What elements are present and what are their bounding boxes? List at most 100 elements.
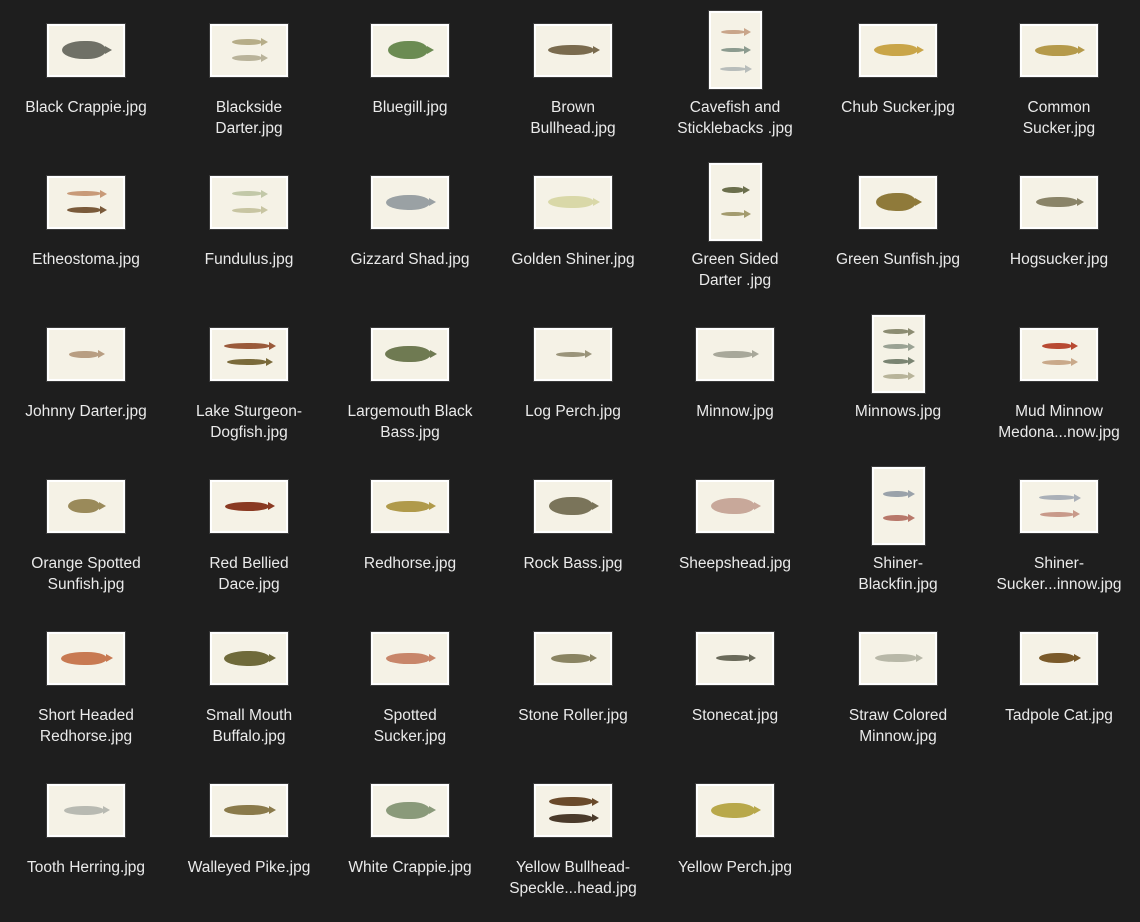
- file-item[interactable]: Shiner- Blackfin.jpg: [817, 466, 979, 618]
- image-thumbnail[interactable]: [371, 631, 449, 685]
- file-name-label: Orange Spotted Sunfish.jpg: [31, 555, 141, 593]
- thumbnail-area: [168, 466, 330, 546]
- file-item[interactable]: Fundulus.jpg: [168, 162, 330, 314]
- file-item[interactable]: Short Headed Redhorse.jpg: [5, 618, 167, 770]
- file-name-label: Stone Roller.jpg: [518, 707, 628, 724]
- image-thumbnail[interactable]: [47, 175, 125, 229]
- fish-illustration: [386, 652, 430, 664]
- image-thumbnail[interactable]: [371, 327, 449, 381]
- image-thumbnail[interactable]: [696, 327, 774, 381]
- thumbnail-area: [329, 314, 491, 394]
- image-thumbnail[interactable]: [534, 175, 612, 229]
- fish-illustration: [62, 41, 106, 59]
- thumbnail-area: [817, 10, 979, 90]
- image-thumbnail[interactable]: [708, 11, 762, 89]
- image-thumbnail[interactable]: [371, 783, 449, 837]
- file-item[interactable]: Redhorse.jpg: [329, 466, 491, 618]
- thumbnail-area: [168, 314, 330, 394]
- file-item[interactable]: Golden Shiner.jpg: [492, 162, 654, 314]
- thumbnail-area: [5, 10, 167, 90]
- file-item[interactable]: Largemouth Black Bass.jpg: [329, 314, 491, 466]
- file-item[interactable]: Orange Spotted Sunfish.jpg: [5, 466, 167, 618]
- thumbnail-area: [168, 618, 330, 698]
- image-thumbnail[interactable]: [371, 23, 449, 77]
- image-thumbnail[interactable]: [1020, 175, 1098, 229]
- thumbnail-area: [5, 314, 167, 394]
- image-thumbnail[interactable]: [696, 783, 774, 837]
- fish-illustration: [713, 350, 753, 358]
- file-item[interactable]: Sheepshead.jpg: [654, 466, 816, 618]
- image-thumbnail[interactable]: [534, 327, 612, 381]
- file-item[interactable]: Green Sunfish.jpg: [817, 162, 979, 314]
- file-item[interactable]: Etheostoma.jpg: [5, 162, 167, 314]
- image-thumbnail[interactable]: [871, 467, 925, 545]
- file-item[interactable]: Shiner- Sucker...innow.jpg: [978, 466, 1140, 618]
- file-item[interactable]: Straw Colored Minnow.jpg: [817, 618, 979, 770]
- image-thumbnail[interactable]: [47, 23, 125, 77]
- image-thumbnail[interactable]: [210, 783, 288, 837]
- image-thumbnail[interactable]: [1020, 327, 1098, 381]
- file-item[interactable]: Stonecat.jpg: [654, 618, 816, 770]
- file-item[interactable]: Mud Minnow Medona...now.jpg: [978, 314, 1140, 466]
- file-item[interactable]: Rock Bass.jpg: [492, 466, 654, 618]
- file-item[interactable]: Chub Sucker.jpg: [817, 10, 979, 162]
- file-item[interactable]: Gizzard Shad.jpg: [329, 162, 491, 314]
- file-item[interactable]: Blackside Darter.jpg: [168, 10, 330, 162]
- file-item[interactable]: Small Mouth Buffalo.jpg: [168, 618, 330, 770]
- thumbnail-area: [329, 162, 491, 242]
- file-item[interactable]: Cavefish and Sticklebacks .jpg: [654, 10, 816, 162]
- image-thumbnail[interactable]: [1020, 631, 1098, 685]
- file-item[interactable]: Lake Sturgeon- Dogfish.jpg: [168, 314, 330, 466]
- thumbnail-area: [978, 466, 1140, 546]
- file-item[interactable]: Yellow Perch.jpg: [654, 770, 816, 922]
- image-thumbnail[interactable]: [47, 783, 125, 837]
- image-thumbnail[interactable]: [859, 23, 937, 77]
- file-item[interactable]: Common Sucker.jpg: [978, 10, 1140, 162]
- file-item[interactable]: Yellow Bullhead- Speckle...head.jpg: [492, 770, 654, 922]
- thumbnail-area: [329, 466, 491, 546]
- file-item[interactable]: Spotted Sucker.jpg: [329, 618, 491, 770]
- thumbnail-area: [978, 314, 1140, 394]
- file-item[interactable]: Tooth Herring.jpg: [5, 770, 167, 922]
- file-item[interactable]: Black Crappie.jpg: [5, 10, 167, 162]
- image-thumbnail[interactable]: [210, 23, 288, 77]
- file-item[interactable]: White Crappie.jpg: [329, 770, 491, 922]
- image-thumbnail[interactable]: [859, 631, 937, 685]
- file-name-label: Black Crappie.jpg: [25, 99, 147, 116]
- image-thumbnail[interactable]: [696, 631, 774, 685]
- image-thumbnail[interactable]: [696, 479, 774, 533]
- image-thumbnail[interactable]: [47, 631, 125, 685]
- image-thumbnail[interactable]: [210, 175, 288, 229]
- image-thumbnail[interactable]: [47, 327, 125, 381]
- image-thumbnail[interactable]: [534, 479, 612, 533]
- image-thumbnail[interactable]: [1020, 23, 1098, 77]
- thumbnail-area: [654, 618, 816, 698]
- image-thumbnail[interactable]: [534, 783, 612, 837]
- file-item[interactable]: Green Sided Darter .jpg: [654, 162, 816, 314]
- file-item[interactable]: Minnows.jpg: [817, 314, 979, 466]
- file-item[interactable]: Red Bellied Dace.jpg: [168, 466, 330, 618]
- image-thumbnail[interactable]: [1020, 479, 1098, 533]
- image-thumbnail[interactable]: [210, 327, 288, 381]
- file-item[interactable]: Hogsucker.jpg: [978, 162, 1140, 314]
- file-item[interactable]: Brown Bullhead.jpg: [492, 10, 654, 162]
- file-item[interactable]: Bluegill.jpg: [329, 10, 491, 162]
- file-item[interactable]: Log Perch.jpg: [492, 314, 654, 466]
- image-thumbnail[interactable]: [210, 631, 288, 685]
- image-thumbnail[interactable]: [534, 631, 612, 685]
- image-thumbnail[interactable]: [859, 175, 937, 229]
- image-thumbnail[interactable]: [708, 163, 762, 241]
- image-thumbnail[interactable]: [371, 175, 449, 229]
- file-item[interactable]: Tadpole Cat.jpg: [978, 618, 1140, 770]
- file-item[interactable]: Minnow.jpg: [654, 314, 816, 466]
- fish-illustration: [721, 48, 745, 52]
- fish-illustration: [549, 813, 593, 823]
- file-item[interactable]: Stone Roller.jpg: [492, 618, 654, 770]
- image-thumbnail[interactable]: [371, 479, 449, 533]
- image-thumbnail[interactable]: [534, 23, 612, 77]
- file-item[interactable]: Johnny Darter.jpg: [5, 314, 167, 466]
- image-thumbnail[interactable]: [871, 315, 925, 393]
- file-item[interactable]: Walleyed Pike.jpg: [168, 770, 330, 922]
- image-thumbnail[interactable]: [47, 479, 125, 533]
- image-thumbnail[interactable]: [210, 479, 288, 533]
